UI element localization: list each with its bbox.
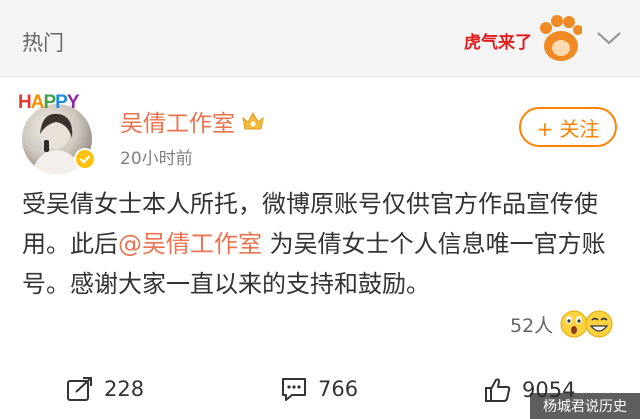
emoji-reactions-icon: [560, 310, 613, 338]
mention-link[interactable]: @吴倩工作室: [118, 230, 262, 258]
repost-count: 228: [104, 377, 145, 401]
post-content: 受吴倩女士本人所托，微博原账号仅供官方作品宣传使用。此后@吴倩工作室 为吴倩女士…: [22, 184, 622, 304]
chevron-down-icon[interactable]: [594, 28, 624, 48]
author-name[interactable]: 吴倩工作室: [120, 104, 235, 138]
author-avatar[interactable]: HAPPY: [18, 90, 98, 174]
reaction-count: 52人: [510, 314, 554, 337]
verified-badge-icon: [74, 148, 96, 170]
comment-button[interactable]: 766: [280, 376, 358, 402]
svg-text:HAPPY: HAPPY: [18, 92, 80, 112]
reactions[interactable]: 52人: [510, 308, 615, 340]
author-name-row[interactable]: 吴倩工作室: [120, 104, 265, 138]
thumbs-up-icon: [485, 378, 511, 402]
repost-button[interactable]: 228: [66, 376, 144, 402]
happy-badge: HAPPY: [18, 90, 98, 118]
crown-icon: [242, 111, 264, 130]
promo-text: 虎气来了: [464, 32, 532, 53]
post-time: 20小时前: [120, 149, 193, 169]
tab-hot[interactable]: 热门: [22, 27, 64, 57]
happy-badge-art: HAPPY: [18, 92, 81, 113]
comment-icon: [282, 378, 306, 401]
comment-count: 766: [318, 377, 359, 401]
top-bar: 热门 虎气来了: [0, 0, 640, 77]
follow-button[interactable]: + 关注: [519, 107, 617, 147]
promo-banner[interactable]: 虎气来了: [462, 14, 583, 64]
watermark: 杨城君说历史: [530, 393, 640, 419]
tiger-paw-promo-icon: 虎气来了: [464, 15, 583, 61]
repost-icon: [67, 377, 92, 401]
